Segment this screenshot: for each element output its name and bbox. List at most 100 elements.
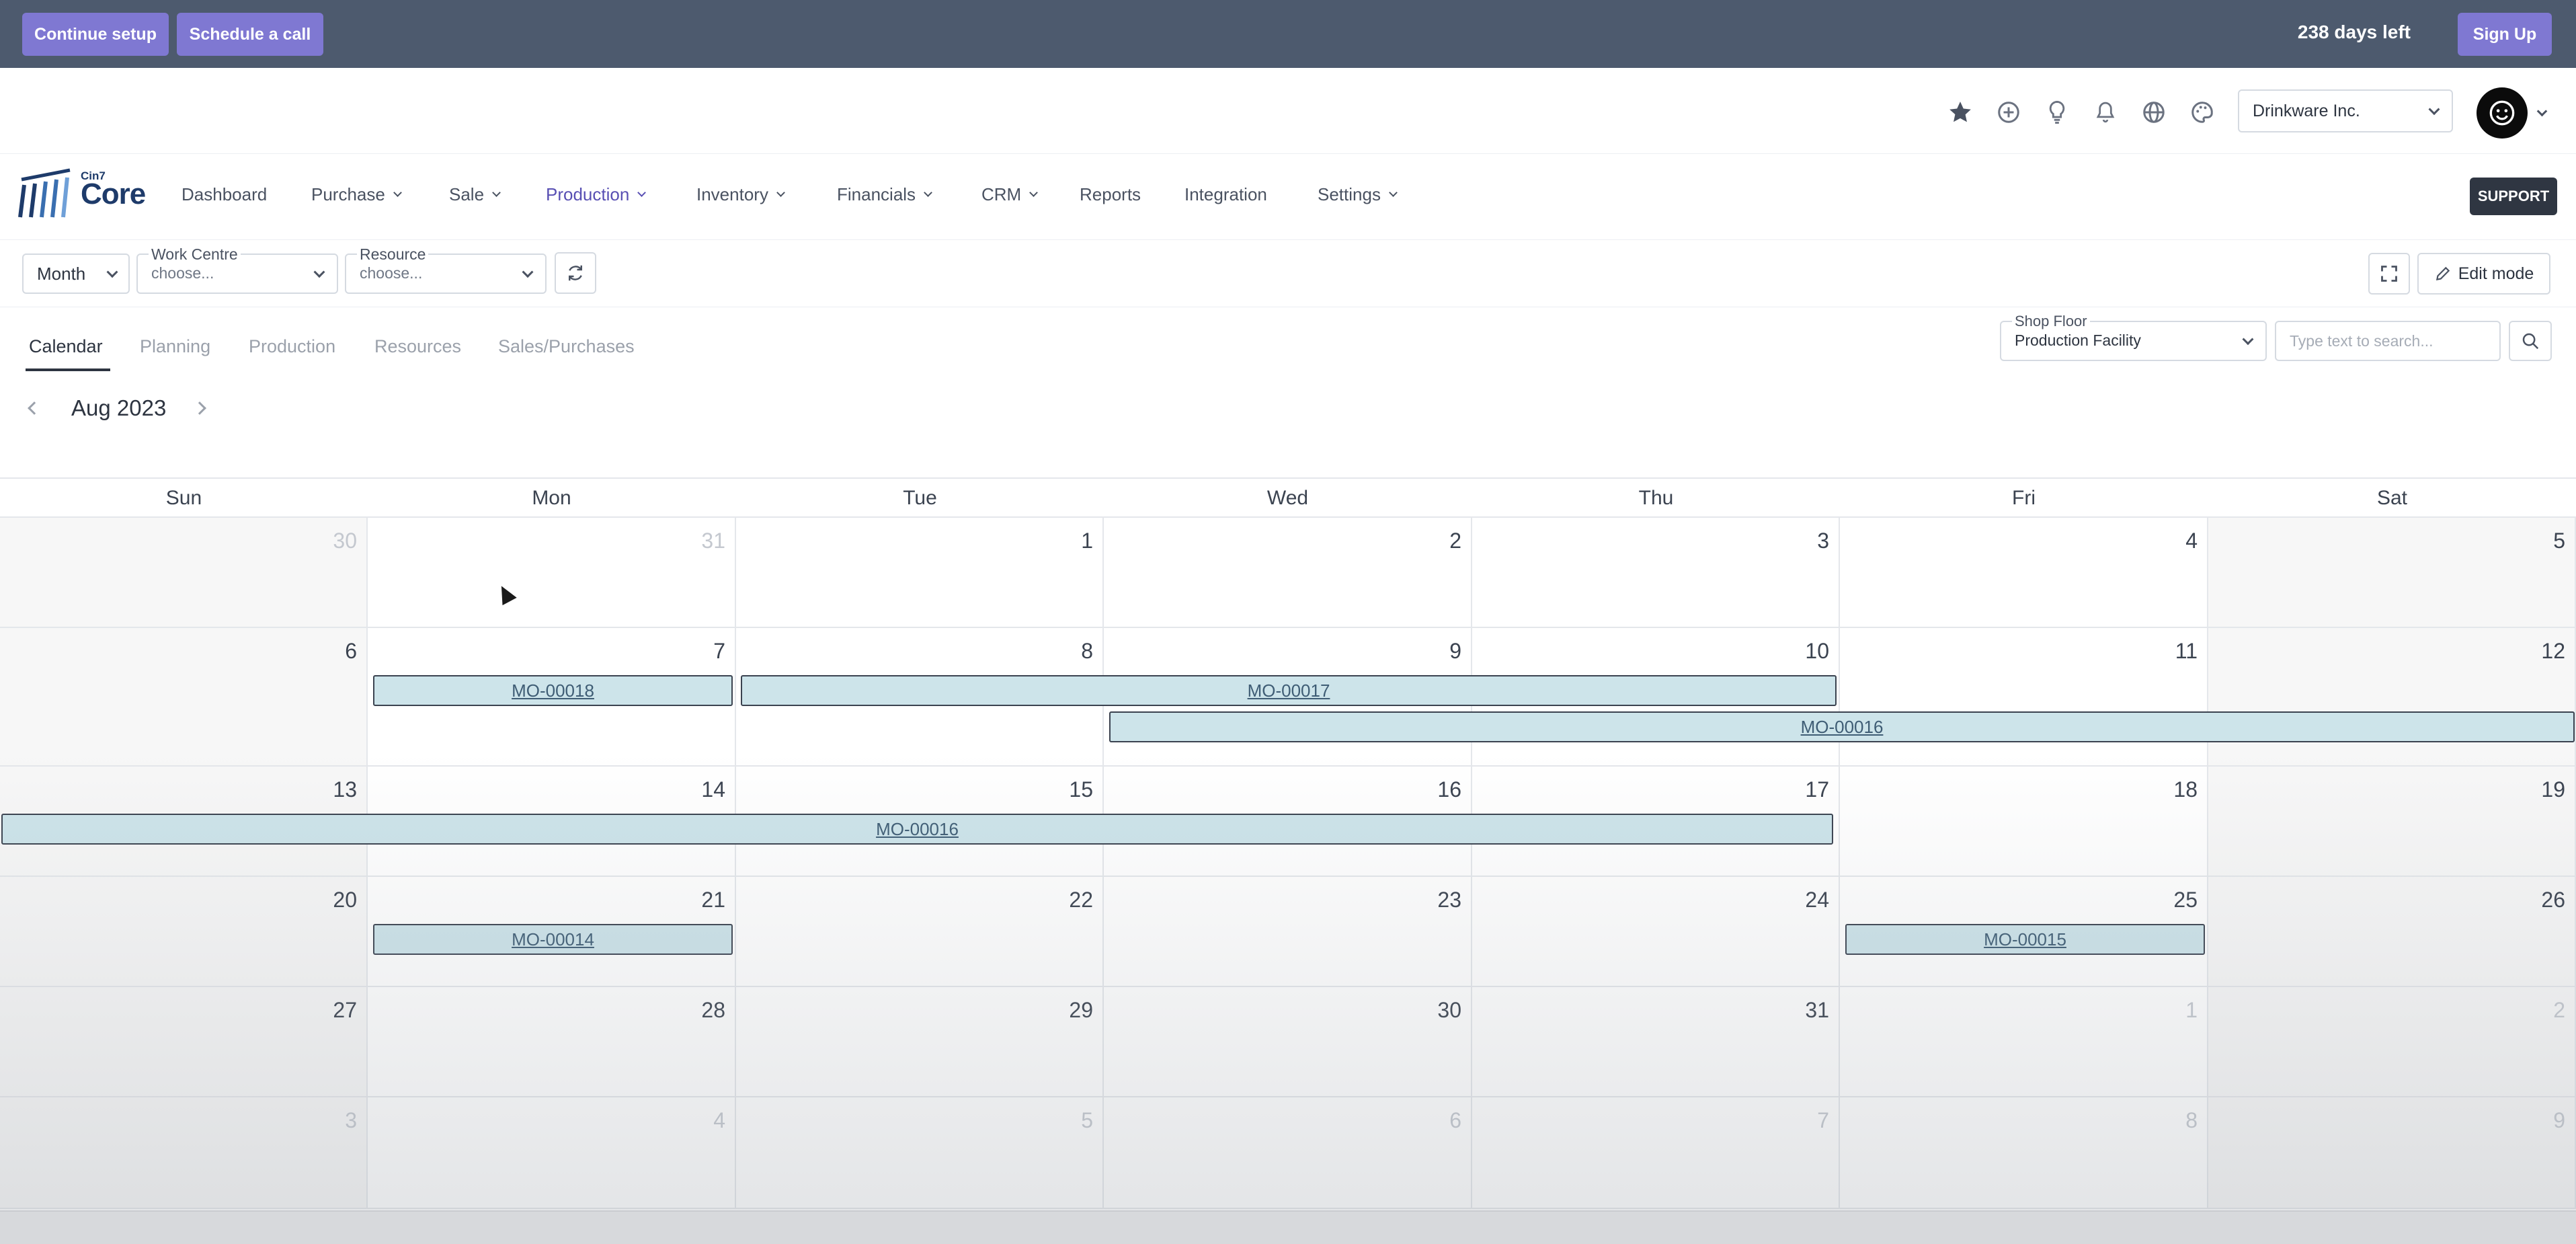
nav-label: Production	[546, 184, 630, 204]
day-number: 24	[1805, 888, 1829, 912]
calendar-day-cell[interactable]: 26	[2208, 877, 2576, 986]
tab-sales-purchases[interactable]: Sales/Purchases	[498, 336, 635, 357]
calendar-day-cell[interactable]: 23	[1104, 877, 1472, 986]
calendar-day-cell[interactable]: 12	[2208, 628, 2576, 765]
search-button[interactable]	[2509, 321, 2552, 361]
manufacturing-order-event[interactable]: MO-00016	[1, 814, 1833, 845]
calendar-day-cell[interactable]: 19	[2208, 767, 2576, 876]
calendar-day-cell[interactable]: 3	[1472, 518, 1840, 627]
continue-setup-button[interactable]: Continue setup	[22, 13, 169, 56]
sign-up-button[interactable]: Sign Up	[2458, 13, 2552, 56]
day-number: 14	[701, 777, 725, 802]
nav-label: Purchase	[311, 184, 385, 204]
day-number: 1	[1081, 529, 1093, 553]
weekday-header: Wed	[1266, 487, 1309, 509]
nav-settings[interactable]: Settings	[1318, 184, 1398, 205]
manufacturing-order-event[interactable]: MO-00018	[373, 675, 733, 706]
globe-icon[interactable]	[2139, 98, 2169, 127]
calendar-day-cell[interactable]: 11	[1840, 628, 2208, 765]
calendar-day-cell[interactable]: 9	[2208, 1097, 2576, 1208]
calendar-day-cell[interactable]: 1	[1840, 987, 2208, 1096]
calendar-day-cell[interactable]: 1	[736, 518, 1104, 627]
calendar-day-cell[interactable]: 2	[1104, 518, 1472, 627]
plus-circle-icon[interactable]	[1994, 98, 2023, 127]
day-number: 17	[1805, 777, 1829, 802]
day-number: 1	[2185, 998, 2198, 1022]
refresh-button[interactable]	[555, 252, 596, 294]
calendar-day-cell[interactable]: 3	[0, 1097, 368, 1208]
nav-reports[interactable]: Reports	[1080, 184, 1141, 205]
nav-purchase[interactable]: Purchase	[311, 184, 402, 205]
schedule-call-button[interactable]: Schedule a call	[177, 13, 323, 56]
nav-sale[interactable]: Sale	[449, 184, 501, 205]
calendar-day-cell[interactable]: 27	[0, 987, 368, 1096]
calendar-day-cell[interactable]: 6	[1104, 1097, 1472, 1208]
star-icon[interactable]	[1945, 98, 1975, 127]
next-month-icon[interactable]	[193, 401, 206, 415]
weekday-header: Sun	[165, 487, 202, 509]
calendar-day-cell[interactable]: 2	[2208, 987, 2576, 1096]
calendar-day-cell[interactable]: 18	[1840, 767, 2208, 876]
view-mode-select[interactable]: Month	[22, 254, 130, 294]
nav-inventory[interactable]: Inventory	[696, 184, 785, 205]
calendar-day-cell[interactable]: 30	[0, 518, 368, 627]
nav-production[interactable]: Production	[546, 184, 647, 205]
tab-planning[interactable]: Planning	[140, 336, 210, 357]
palette-icon[interactable]	[2187, 98, 2217, 127]
day-number: 13	[333, 777, 357, 802]
calendar-day-cell[interactable]: 8	[1840, 1097, 2208, 1208]
cin7-logo[interactable]	[17, 165, 74, 221]
manufacturing-order-event[interactable]: MO-00017	[741, 675, 1837, 706]
calendar-day-cell[interactable]: 30	[1104, 987, 1472, 1096]
manufacturing-order-event[interactable]: MO-00016	[1109, 711, 2575, 742]
bell-icon[interactable]	[2091, 98, 2120, 127]
nav-integration[interactable]: Integration	[1184, 184, 1267, 205]
fullscreen-button[interactable]	[2368, 253, 2410, 295]
horizontal-scrollbar[interactable]	[0, 1210, 2576, 1244]
work-centre-select[interactable]: Work Centre choose...	[136, 245, 338, 294]
day-number: 29	[1069, 998, 1093, 1022]
calendar-day-cell[interactable]: 20	[0, 877, 368, 986]
weekday-header: Thu	[1638, 487, 1674, 509]
support-button[interactable]: SUPPORT	[2470, 178, 2557, 215]
nav-label: CRM	[981, 184, 1022, 204]
calendar-day-cell[interactable]: 28	[368, 987, 736, 1096]
day-number: 28	[701, 998, 725, 1022]
calendar-day-cell[interactable]: 7	[1472, 1097, 1840, 1208]
day-number: 22	[1069, 888, 1093, 912]
calendar-day-cell[interactable]: 5	[736, 1097, 1104, 1208]
nav-label: Inventory	[696, 184, 768, 204]
previous-month-icon[interactable]	[28, 401, 41, 415]
shop-floor-value: Production Facility	[2015, 332, 2141, 349]
calendar-day-cell[interactable]: 31	[368, 518, 736, 627]
manufacturing-order-event[interactable]: MO-00014	[373, 924, 733, 955]
calendar-day-cell[interactable]: 4	[1840, 518, 2208, 627]
nav-financials[interactable]: Financials	[837, 184, 932, 205]
resource-select[interactable]: Resource choose...	[345, 245, 547, 294]
calendar-day-cell[interactable]: 24	[1472, 877, 1840, 986]
tab-resources[interactable]: Resources	[374, 336, 461, 357]
calendar-day-cell[interactable]: 22	[736, 877, 1104, 986]
tab-calendar[interactable]: Calendar	[29, 336, 103, 357]
search-input[interactable]: Type text to search...	[2275, 321, 2501, 361]
calendar-day-cell[interactable]: 31	[1472, 987, 1840, 1096]
nav-crm[interactable]: CRM	[981, 184, 1039, 205]
calendar-day-cell[interactable]: 6	[0, 628, 368, 765]
calendar-day-cell[interactable]: 5	[2208, 518, 2576, 627]
nav-dashboard[interactable]: Dashboard	[182, 184, 267, 205]
lightbulb-icon[interactable]	[2042, 98, 2072, 127]
avatar[interactable]	[2477, 87, 2528, 139]
calendar-day-cell[interactable]: 4	[368, 1097, 736, 1208]
company-select[interactable]: Drinkware Inc.	[2238, 89, 2453, 132]
calendar-day-cell[interactable]: 29	[736, 987, 1104, 1096]
tab-production[interactable]: Production	[249, 336, 335, 357]
day-number: 8	[1081, 639, 1093, 663]
manufacturing-order-event[interactable]: MO-00015	[1845, 924, 2205, 955]
day-number: 18	[2173, 777, 2198, 802]
day-number: 26	[2541, 888, 2565, 912]
chevron-down-icon	[522, 266, 534, 278]
trial-days-left: 238 days left	[2297, 22, 2411, 42]
shop-floor-select[interactable]: Shop Floor Production Facility	[2000, 313, 2267, 361]
resource-value: choose...	[360, 264, 423, 282]
edit-mode-button[interactable]: Edit mode	[2417, 253, 2550, 295]
